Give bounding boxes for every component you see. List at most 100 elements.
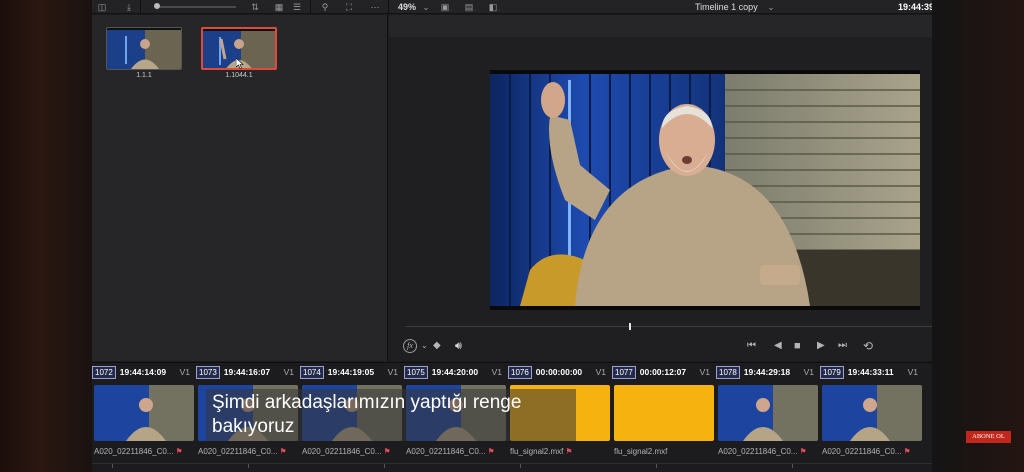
viewer: fx ⌄ ◆ 🔊︎ ⏮︎ ◀︎ ■ ▶︎ ⏭︎ ⟲	[389, 15, 932, 361]
volume-icon[interactable]: 🔊︎	[455, 339, 462, 353]
clip-timecode: 19:44:20:00	[431, 367, 479, 377]
clip-timecode: 19:44:19:05	[327, 367, 375, 377]
clip-timecode: 19:44:14:09	[119, 367, 167, 377]
viewer-playhead[interactable]	[629, 323, 631, 330]
clip-number: 1072	[92, 366, 116, 379]
clip-track-label: V1	[699, 367, 710, 377]
clip-timecode: 19:44:29:18	[743, 367, 791, 377]
clip-name: A020_02211846_C0... ⚑	[94, 447, 183, 456]
clip-thumbnail[interactable]	[718, 385, 818, 441]
mouse-cursor-icon	[236, 58, 244, 69]
loop-icon[interactable]: ⟲	[863, 339, 873, 353]
clip-name: A020_02211846_C0... ⚑	[822, 447, 911, 456]
video-frame-image	[490, 70, 920, 310]
search-icon[interactable]: ⚲	[318, 1, 332, 13]
flag-icon: ⚑	[565, 447, 573, 456]
timeline-ruler[interactable]	[92, 463, 932, 472]
timeline-name[interactable]: Timeline 1 copy	[695, 1, 758, 13]
clip-number: 1075	[404, 366, 428, 379]
clip-number: 1073	[196, 366, 220, 379]
clip-number: 1077	[612, 366, 636, 379]
clip-timecode: 00:00:00:00	[535, 367, 583, 377]
flag-icon: ⚑	[903, 447, 911, 456]
clip-track-label: V1	[595, 367, 606, 377]
clip-track-label: V1	[387, 367, 398, 377]
clip-preview-image	[107, 28, 181, 69]
media-pool: 1.1.1 1.1044.1	[92, 15, 388, 361]
viewer-scrub-bar[interactable]	[405, 326, 932, 327]
clip-name: A020_02211846_C0... ⚑	[406, 447, 495, 456]
clip-track-label: V1	[283, 367, 294, 377]
clip-name: A020_02211846_C0... ⚑	[302, 447, 391, 456]
viewer-header	[389, 15, 932, 37]
viewer-mode-single-icon[interactable]: ▣	[438, 1, 452, 13]
timeline-clip[interactable]: 1072 19:44:14:09 V1 A020_02211846_C0... ⚑	[92, 363, 196, 459]
clip-timecode: 19:44:16:07	[223, 367, 271, 377]
zoom-dropdown-icon[interactable]: ⌄	[419, 1, 433, 13]
panel-toggle-icon[interactable]: ◫	[95, 1, 109, 13]
flag-icon: ⚑	[383, 447, 391, 456]
subtitle-line-2: bakıyoruz	[212, 416, 295, 437]
timeline-clip[interactable]: 1077 00:00:12:07 V1 flu_signal2.mxf	[612, 363, 716, 459]
thumbnail-size-knob[interactable]	[154, 3, 160, 9]
chevron-down-icon[interactable]: ⌄	[421, 339, 428, 353]
clip-timecode: 00:00:12:07	[639, 367, 687, 377]
toolbar: ◫ ⤓ ⇅ ▦ ☰ ⚲ ⛶ ⋯ 49% ⌄ ▣ ▤ ◧ Timeline 1 c…	[92, 0, 932, 14]
skip-back-icon[interactable]: ⏮︎	[747, 339, 756, 353]
import-icon[interactable]: ⤓	[122, 1, 136, 13]
subscribe-badge[interactable]: ABONE OL	[966, 431, 1011, 443]
subtitle-line-1: Şimdi arkadaşlarımızın yaptığı renge	[212, 392, 522, 413]
play-icon[interactable]: ▶︎	[817, 339, 825, 353]
clip-track-label: V1	[907, 367, 918, 377]
flag-icon: ⚑	[799, 447, 807, 456]
clip-name: A020_02211846_C0... ⚑	[198, 447, 287, 456]
clip-header: 1075 19:44:20:00 V1	[404, 365, 508, 379]
viewer-zoom[interactable]: 49%	[398, 1, 416, 13]
clip-track-label: V1	[179, 367, 190, 377]
more-options-icon[interactable]: ⋯	[368, 1, 382, 13]
clip-number: 1074	[300, 366, 324, 379]
flag-icon: ⚑	[175, 447, 183, 456]
clip-track-label: V1	[803, 367, 814, 377]
media-pool-clip-label: 1.1.1	[136, 72, 152, 79]
clip-header: 1076 00:00:00:00 V1	[508, 365, 612, 379]
clip-thumbnail[interactable]	[94, 385, 194, 441]
viewer-mode-cinema-icon[interactable]: ◧	[486, 1, 500, 13]
viewer-mode-dual-icon[interactable]: ▤	[462, 1, 476, 13]
clip-name: flu_signal2.mxf ⚑	[510, 447, 573, 456]
fullscreen-icon[interactable]: ⛶	[342, 1, 356, 13]
clip-number: 1078	[716, 366, 740, 379]
timeline-clip[interactable]: 1078 19:44:29:18 V1 A020_02211846_C0... ⚑	[716, 363, 820, 459]
viewer-video-frame[interactable]	[490, 70, 920, 310]
clip-number: 1076	[508, 366, 532, 379]
clip-thumbnail-flat[interactable]	[614, 385, 714, 441]
skip-forward-icon[interactable]: ⏭︎	[838, 339, 847, 353]
step-back-icon[interactable]: ◀︎	[774, 339, 782, 353]
timecode-display: 19:44:39	[898, 2, 932, 12]
clip-header: 1078 19:44:29:18 V1	[716, 365, 820, 379]
stop-icon[interactable]: ■	[794, 339, 801, 353]
clip-number: 1079	[820, 366, 844, 379]
clip-timecode: 19:44:33:11	[847, 367, 894, 377]
timeline-clip[interactable]: 1079 19:44:33:11 V1 A020_02211846_C0... ⚑	[820, 363, 924, 459]
flag-icon: ⚑	[487, 447, 495, 456]
clip-header: 1077 00:00:12:07 V1	[612, 365, 716, 379]
clip-header: 1074 19:44:19:05 V1	[300, 365, 404, 379]
video-subtitle: Şimdi arkadaşlarımızın yaptığı renge bak…	[206, 389, 576, 441]
grid-view-icon[interactable]: ▦	[272, 1, 286, 13]
clip-thumbnail[interactable]	[822, 385, 922, 441]
clip-name: flu_signal2.mxf	[614, 447, 668, 456]
sort-icon[interactable]: ⇅	[248, 1, 262, 13]
effects-icon[interactable]: fx	[403, 339, 417, 353]
thumbnail-size-slider[interactable]	[156, 6, 236, 8]
flag-icon: ⚑	[279, 447, 287, 456]
media-pool-clip-label: 1.1044.1	[225, 72, 253, 79]
clip-name: A020_02211846_C0... ⚑	[718, 447, 807, 456]
clip-track-label: V1	[491, 367, 502, 377]
clip-header: 1079 19:44:33:11 V1	[820, 365, 924, 379]
mask-icon[interactable]: ◆	[433, 339, 441, 353]
timeline-dropdown-icon[interactable]: ⌄	[764, 1, 778, 13]
list-view-icon[interactable]: ☰	[290, 1, 304, 13]
media-pool-clip-thumbnail[interactable]	[106, 27, 182, 70]
clip-header: 1073 19:44:16:07 V1	[196, 365, 300, 379]
